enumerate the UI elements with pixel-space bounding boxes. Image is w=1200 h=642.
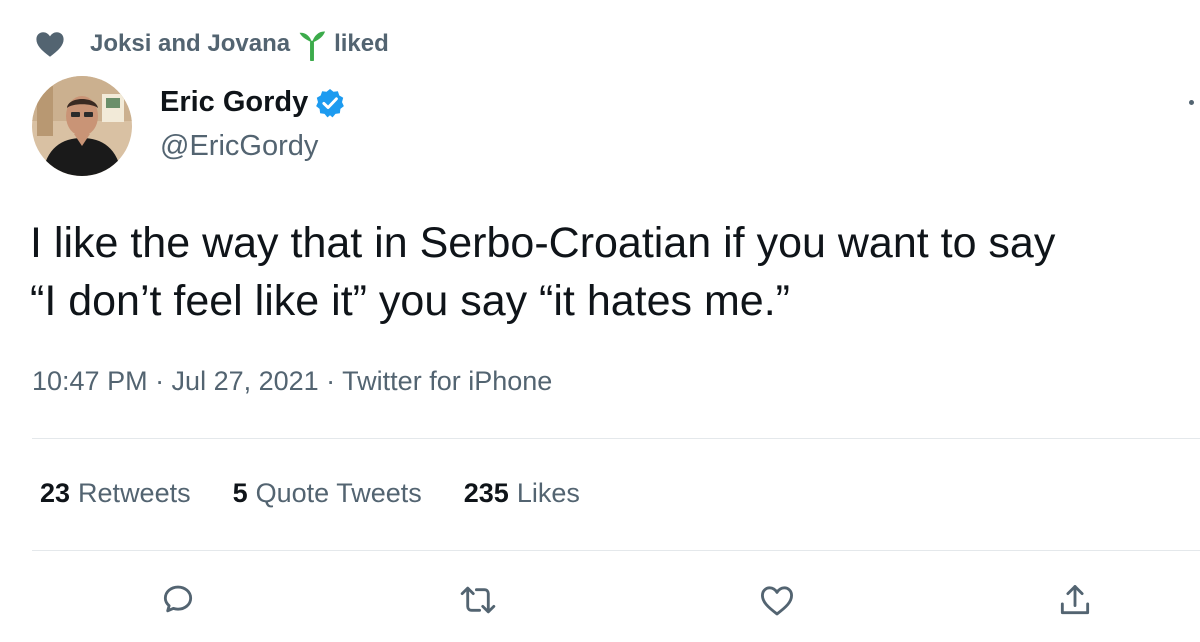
more-options-icon[interactable] <box>1189 100 1194 105</box>
social-context: Joksi and Jovana liked <box>34 26 389 62</box>
verified-badge-icon <box>316 88 345 117</box>
retweet-icon <box>460 586 496 614</box>
author-name[interactable]: Eric Gordy <box>160 86 308 119</box>
author-handle[interactable]: @EricGordy <box>160 130 318 163</box>
share-button[interactable] <box>1053 578 1097 622</box>
tweet-text: I like the way that in Serbo-Croatian if… <box>30 219 1056 325</box>
quote-tweets-stat[interactable]: 5 Quote Tweets <box>233 478 422 509</box>
heart-icon <box>36 32 64 57</box>
author-name-row[interactable]: Eric Gordy <box>160 86 346 119</box>
divider <box>32 550 1200 551</box>
quote-tweets-count: 5 <box>232 478 248 508</box>
reply-icon <box>163 585 193 613</box>
retweets-stat[interactable]: 23 Retweets <box>40 478 191 509</box>
sprout-icon <box>299 31 326 61</box>
like-icon <box>761 586 793 616</box>
retweets-count: 23 <box>40 478 71 508</box>
likes-count: 235 <box>463 478 509 508</box>
quote-tweets-label: Quote Tweets <box>255 478 422 508</box>
retweet-button[interactable] <box>456 578 500 622</box>
avatar[interactable] <box>32 76 132 176</box>
likes-stat[interactable]: 235 Likes <box>464 478 580 509</box>
like-button[interactable] <box>755 578 799 622</box>
engagement-stats: 23 Retweets 5 Quote Tweets 235 Likes <box>40 478 622 509</box>
avatar-photo <box>32 76 132 176</box>
reply-button[interactable] <box>156 578 200 622</box>
liked-by-names[interactable]: Joksi and Jovana <box>90 30 290 58</box>
likes-label: Likes <box>516 478 580 508</box>
retweets-label: Retweets <box>78 478 191 508</box>
divider <box>32 438 1200 439</box>
tweet-meta[interactable]: 10:47 PM · Jul 27, 2021 · Twitter for iP… <box>32 366 552 397</box>
share-icon <box>1060 585 1090 615</box>
liked-label: liked <box>334 30 389 57</box>
